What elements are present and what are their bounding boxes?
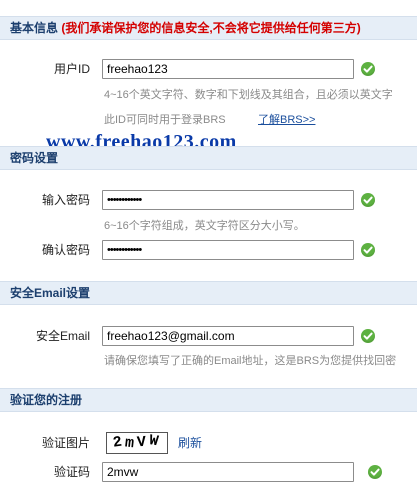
section-header-email: 安全Email设置 bbox=[0, 281, 417, 305]
learn-brs-link[interactable]: 了解BRS>> bbox=[258, 112, 315, 128]
email-valid-check-icon bbox=[361, 329, 375, 343]
section-header-password: 密码设置 bbox=[0, 146, 417, 170]
user-id-label: 用户ID bbox=[53, 62, 90, 76]
confirm-password-input[interactable] bbox=[102, 240, 354, 260]
confirm-password-valid-check-icon bbox=[361, 243, 375, 257]
captcha-image-label: 验证图片 bbox=[41, 436, 90, 450]
confirm-password-label: 确认密码 bbox=[41, 243, 90, 257]
brs-note-text: 此ID可同时用于登录BRS bbox=[104, 114, 226, 126]
user-id-input[interactable] bbox=[102, 59, 354, 79]
captcha-refresh-link[interactable]: 刷新 bbox=[178, 434, 202, 452]
captcha-input[interactable] bbox=[102, 462, 354, 482]
captcha-label: 验证码 bbox=[53, 465, 90, 479]
password-valid-check-icon bbox=[361, 193, 375, 207]
password-label: 输入密码 bbox=[41, 193, 90, 207]
section-header-verify: 验证您的注册 bbox=[0, 388, 417, 412]
email-label: 安全Email bbox=[35, 329, 90, 343]
captcha-valid-check-icon bbox=[368, 465, 382, 479]
password-input[interactable] bbox=[102, 190, 354, 210]
password-hint: 6~16个字符组成，英文字符区分大小写。 bbox=[104, 220, 305, 232]
user-id-hint: 4~16个英文字符、数字和下划线及其组合，且必须以英文字 bbox=[104, 89, 393, 101]
email-hint: 请确保您填写了正确的Email地址，这是BRS为您提供找回密 bbox=[104, 355, 397, 367]
section-title-email: 安全Email设置 bbox=[10, 286, 91, 300]
section-title-basic: 基本信息 bbox=[10, 21, 59, 35]
email-input[interactable] bbox=[102, 326, 354, 346]
brs-note: 此ID可同时用于登录BRS bbox=[104, 112, 226, 128]
captcha-char: W bbox=[147, 432, 163, 451]
captcha-image: 2mVW bbox=[106, 432, 168, 454]
section-header-basic: 基本信息 (我们承诺保护您的信息安全,不会将它提供给任何第三方) bbox=[0, 16, 417, 40]
section-title-verify: 验证您的注册 bbox=[10, 393, 83, 407]
privacy-notice: (我们承诺保护您的信息安全,不会将它提供给任何第三方) bbox=[61, 21, 361, 35]
user-id-valid-check-icon bbox=[361, 62, 375, 76]
section-title-password: 密码设置 bbox=[10, 151, 59, 165]
